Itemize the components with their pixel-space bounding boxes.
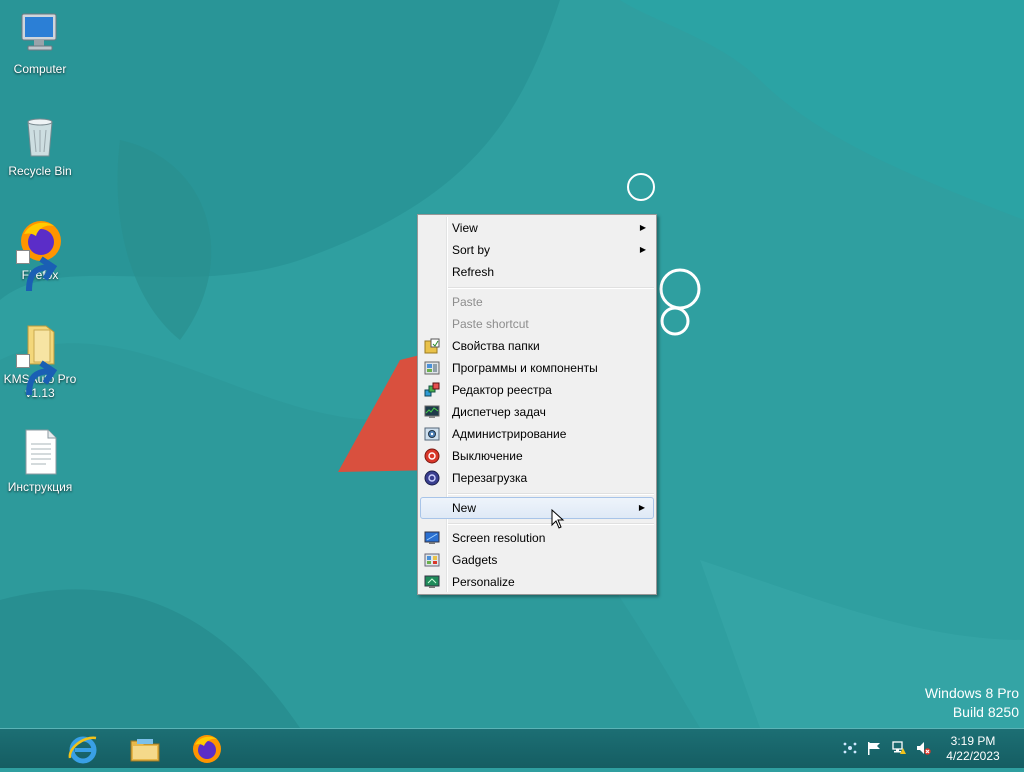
tray-volume[interactable] [915, 740, 931, 756]
mouse-cursor-icon [551, 509, 565, 529]
menu-item-label: View [452, 221, 478, 235]
menu-item-programs-features[interactable]: Программы и компоненты [420, 357, 654, 379]
task-manager-icon [424, 404, 440, 420]
firefox-icon [193, 735, 221, 763]
tray-network[interactable] [891, 740, 907, 756]
menu-item-label: Paste [452, 295, 483, 309]
shortcut-arrow-icon [16, 354, 58, 396]
administrative-tools-icon [424, 426, 440, 442]
menu-separator [448, 493, 654, 495]
desktop-icon-instruction[interactable]: Инструкция [0, 428, 80, 494]
menu-item-paste-shortcut[interactable]: Paste shortcut [420, 313, 654, 335]
menu-item-label: Редактор реестра [452, 383, 552, 397]
taskbar-file-explorer[interactable] [117, 731, 173, 767]
desktop-icon-recycle-bin[interactable]: Recycle Bin [0, 112, 80, 178]
taskbar-internet-explorer[interactable] [55, 731, 111, 767]
menu-item-gadgets[interactable]: Gadgets [420, 549, 654, 571]
folder-icon [16, 320, 64, 396]
menu-item-label: Выключение [452, 449, 523, 463]
folder-options-icon [424, 338, 440, 354]
menu-item-label: Диспетчер задач [452, 405, 546, 419]
menu-item-label: Refresh [452, 265, 495, 279]
desktop-icon-firefox[interactable]: Firefox [0, 216, 80, 292]
submenu-arrow-icon: ▶ [639, 245, 646, 254]
submenu-arrow-icon: ▶ [639, 223, 646, 232]
menu-item-label: Personalize [452, 575, 515, 589]
registry-editor-icon [424, 382, 440, 398]
desktop-icon-label: Computer [13, 62, 67, 76]
menu-item-folder-options[interactable]: Свойства папки [420, 335, 654, 357]
tray-network-status[interactable] [842, 740, 858, 756]
computer-icon [16, 10, 64, 58]
shortcut-arrow-icon [16, 250, 58, 292]
desktop-icon-computer[interactable]: Computer [0, 10, 80, 76]
internet-explorer-icon [68, 736, 97, 764]
network-status-icon [843, 742, 857, 754]
menu-item-shutdown[interactable]: Выключение [420, 445, 654, 467]
screen-resolution-icon [424, 530, 440, 546]
menu-item-refresh[interactable]: Refresh [420, 261, 654, 283]
menu-item-paste[interactable]: Paste [420, 291, 654, 313]
desktop-icon-label: Recycle Bin [8, 164, 72, 178]
gadgets-icon [424, 552, 440, 568]
desktop-icon-kmsauto[interactable]: KMSAuto Pro v1.13 [0, 320, 80, 400]
menu-separator [448, 287, 654, 289]
menu-item-label: Paste shortcut [452, 317, 529, 331]
text-document-icon [16, 428, 64, 476]
recycle-bin-icon [16, 112, 64, 160]
restart-icon [424, 470, 440, 486]
shutdown-icon [424, 448, 440, 464]
desktop-icon-label: Инструкция [7, 480, 73, 494]
menu-item-administrative-tools[interactable]: Администрирование [420, 423, 654, 445]
menu-item-label: Свойства папки [452, 339, 540, 353]
menu-item-new[interactable]: New ▶ [420, 497, 654, 519]
submenu-arrow-icon: ▶ [638, 503, 645, 512]
action-center-flag-icon [868, 742, 880, 755]
windows-build-watermark: Windows 8 Pro Build 8250 [925, 684, 1019, 722]
taskbar-firefox[interactable] [179, 731, 235, 767]
watermark-build: Build 8250 [952, 704, 1019, 720]
menu-item-label: New [452, 501, 477, 515]
menu-item-task-manager[interactable]: Диспетчер задач [420, 401, 654, 423]
menu-item-label: Программы и компоненты [452, 361, 598, 375]
personalize-icon [424, 574, 440, 590]
clock-time: 3:19 PM [950, 734, 996, 748]
menu-item-screen-resolution[interactable]: Screen resolution [420, 527, 654, 549]
volume-muted-icon [917, 742, 931, 755]
menu-item-label: Gadgets [452, 553, 498, 567]
desktop-context-menu: View ▶ Sort by ▶ Refresh Paste Paste sho… [417, 214, 657, 595]
menu-item-label: Sort by [452, 243, 491, 257]
tray-action-center[interactable] [866, 740, 882, 756]
menu-item-registry-editor[interactable]: Редактор реестра [420, 379, 654, 401]
menu-item-sort-by[interactable]: Sort by ▶ [420, 239, 654, 261]
watermark-edition: Windows 8 Pro [924, 685, 1019, 701]
menu-item-view[interactable]: View ▶ [420, 217, 654, 239]
menu-item-restart[interactable]: Перезагрузка [420, 467, 654, 489]
clock-date: 4/22/2023 [946, 749, 1000, 763]
menu-item-personalize[interactable]: Personalize [420, 571, 654, 593]
menu-item-label: Screen resolution [452, 531, 546, 545]
menu-item-label: Администрирование [452, 427, 567, 441]
taskbar: 3:19 PM 4/22/2023 [0, 728, 1024, 768]
programs-features-icon [424, 360, 440, 376]
menu-item-label: Перезагрузка [452, 471, 528, 485]
firefox-icon [16, 216, 64, 292]
network-icon [892, 741, 906, 754]
file-explorer-icon [130, 739, 160, 762]
taskbar-clock[interactable]: 3:19 PM 4/22/2023 [938, 734, 1008, 764]
